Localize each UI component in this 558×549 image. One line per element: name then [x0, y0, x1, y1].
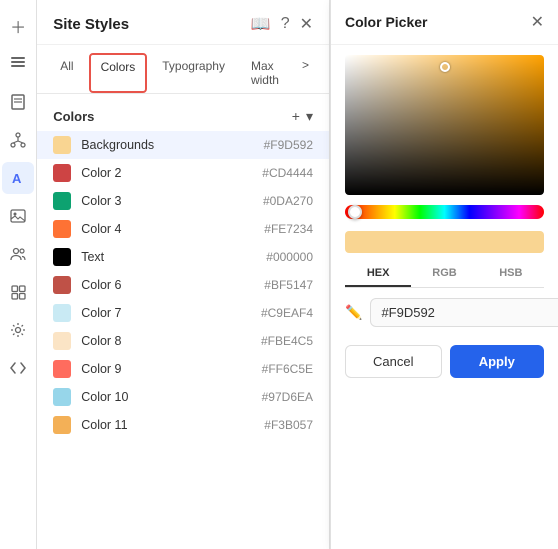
color-swatch — [53, 220, 71, 238]
color-item[interactable]: Color 7 #C9EAF4 — [37, 299, 329, 327]
color-hex: #CD4444 — [262, 166, 313, 180]
add-color-button[interactable]: + — [292, 108, 300, 125]
color-hex: #F3B057 — [264, 418, 313, 432]
color-hex: #0DA270 — [263, 194, 313, 208]
color-hex: #BF5147 — [264, 278, 313, 292]
color-hex: #C9EAF4 — [261, 306, 313, 320]
book-icon[interactable]: 📖 — [251, 14, 271, 34]
sidebar-icon-layers[interactable] — [2, 48, 34, 80]
color-swatch — [53, 276, 71, 294]
color-item[interactable]: Color 11 #F3B057 — [37, 411, 329, 439]
colors-section: Colors + ▾ Backgrounds #F9D592 Color 2 #… — [37, 94, 329, 549]
sidebar: ＋ A — [0, 0, 37, 549]
cancel-button[interactable]: Cancel — [345, 345, 442, 378]
color-swatch — [53, 164, 71, 182]
sidebar-icon-plus[interactable]: ＋ — [2, 10, 34, 42]
color-name: Color 4 — [81, 222, 264, 236]
section-title: Colors — [53, 109, 94, 124]
color-hex: #FF6C5E — [262, 362, 313, 376]
color-preview-bar — [345, 231, 544, 253]
section-header: Colors + ▾ — [37, 102, 329, 131]
tab-colors[interactable]: Colors — [89, 53, 148, 93]
color-name: Color 3 — [81, 194, 263, 208]
color-name: Color 7 — [81, 306, 261, 320]
color-hex: #97D6EA — [262, 390, 313, 404]
hue-slider[interactable] — [345, 205, 544, 219]
color-item[interactable]: Color 8 #FBE4C5 — [37, 327, 329, 355]
section-actions: + ▾ — [292, 108, 313, 125]
color-swatch — [53, 332, 71, 350]
picker-tab-hex[interactable]: HEX — [345, 261, 411, 287]
color-swatch — [53, 248, 71, 266]
panel-header-icons: 📖 ? ✕ — [251, 14, 313, 34]
color-swatch — [53, 304, 71, 322]
tab-typography[interactable]: Typography — [151, 53, 236, 93]
sidebar-icon-image[interactable] — [2, 200, 34, 232]
picker-title: Color Picker — [345, 14, 427, 30]
help-icon[interactable]: ? — [281, 15, 290, 33]
color-item[interactable]: Color 2 #CD4444 — [37, 159, 329, 187]
tab-maxwidth[interactable]: Max width — [240, 53, 290, 93]
color-item[interactable]: Text #000000 — [37, 243, 329, 271]
color-name: Text — [81, 250, 266, 264]
color-item[interactable]: Backgrounds #F9D592 — [37, 131, 329, 159]
sidebar-icon-grid[interactable] — [2, 276, 34, 308]
color-swatch — [53, 136, 71, 154]
hex-input-row: ✏️ — [331, 288, 558, 337]
svg-text:A: A — [12, 171, 22, 186]
color-hex: #000000 — [266, 250, 313, 264]
sidebar-icon-tree[interactable] — [2, 124, 34, 156]
color-swatch — [53, 416, 71, 434]
picker-tabs: HEX RGB HSB — [345, 261, 544, 288]
color-name: Color 9 — [81, 362, 261, 376]
color-hex: #FBE4C5 — [261, 334, 313, 348]
color-list: Backgrounds #F9D592 Color 2 #CD4444 Colo… — [37, 131, 329, 439]
sidebar-icon-people[interactable] — [2, 238, 34, 270]
hex-input[interactable] — [370, 298, 558, 327]
picker-tab-rgb[interactable]: RGB — [411, 261, 477, 287]
color-picker-panel: Color Picker ✕ HEX RGB HSB ✏️ Cancel App… — [330, 0, 558, 549]
sidebar-icon-settings[interactable] — [2, 314, 34, 346]
color-swatch — [53, 360, 71, 378]
color-name: Backgrounds — [81, 138, 263, 152]
panel-header: Site Styles 📖 ? ✕ — [37, 0, 329, 45]
color-item[interactable]: Color 10 #97D6EA — [37, 383, 329, 411]
color-item[interactable]: Color 9 #FF6C5E — [37, 355, 329, 383]
color-name: Color 11 — [81, 418, 264, 432]
color-name: Color 8 — [81, 334, 261, 348]
color-name: Color 6 — [81, 278, 264, 292]
hue-cursor — [348, 205, 362, 219]
color-name: Color 2 — [81, 166, 262, 180]
picker-header: Color Picker ✕ — [331, 0, 558, 45]
color-item[interactable]: Color 6 #BF5147 — [37, 271, 329, 299]
tab-all[interactable]: All — [49, 53, 84, 93]
tabs-bar: All Colors Typography Max width > — [37, 45, 329, 94]
color-hex: #FE7234 — [264, 222, 313, 236]
color-hex: #F9D592 — [264, 138, 313, 152]
close-icon[interactable]: ✕ — [300, 14, 313, 34]
picker-tab-hsb[interactable]: HSB — [478, 261, 544, 287]
gradient-cursor — [440, 62, 450, 72]
color-swatch — [53, 192, 71, 210]
color-gradient-area[interactable] — [345, 55, 544, 195]
pencil-icon: ✏️ — [345, 304, 362, 321]
sidebar-icon-page[interactable] — [2, 86, 34, 118]
tab-more[interactable]: > — [294, 53, 317, 93]
options-button[interactable]: ▾ — [306, 108, 313, 125]
site-styles-panel: Site Styles 📖 ? ✕ All Colors Typography … — [37, 0, 330, 549]
sidebar-icon-code[interactable] — [2, 352, 34, 384]
color-item[interactable]: Color 3 #0DA270 — [37, 187, 329, 215]
picker-close-button[interactable]: ✕ — [531, 12, 544, 32]
panel-title: Site Styles — [53, 16, 129, 33]
picker-actions: Cancel Apply — [331, 337, 558, 392]
sidebar-icon-text[interactable]: A — [2, 162, 34, 194]
apply-button[interactable]: Apply — [450, 345, 545, 378]
color-item[interactable]: Color 4 #FE7234 — [37, 215, 329, 243]
color-swatch — [53, 388, 71, 406]
color-name: Color 10 — [81, 390, 261, 404]
